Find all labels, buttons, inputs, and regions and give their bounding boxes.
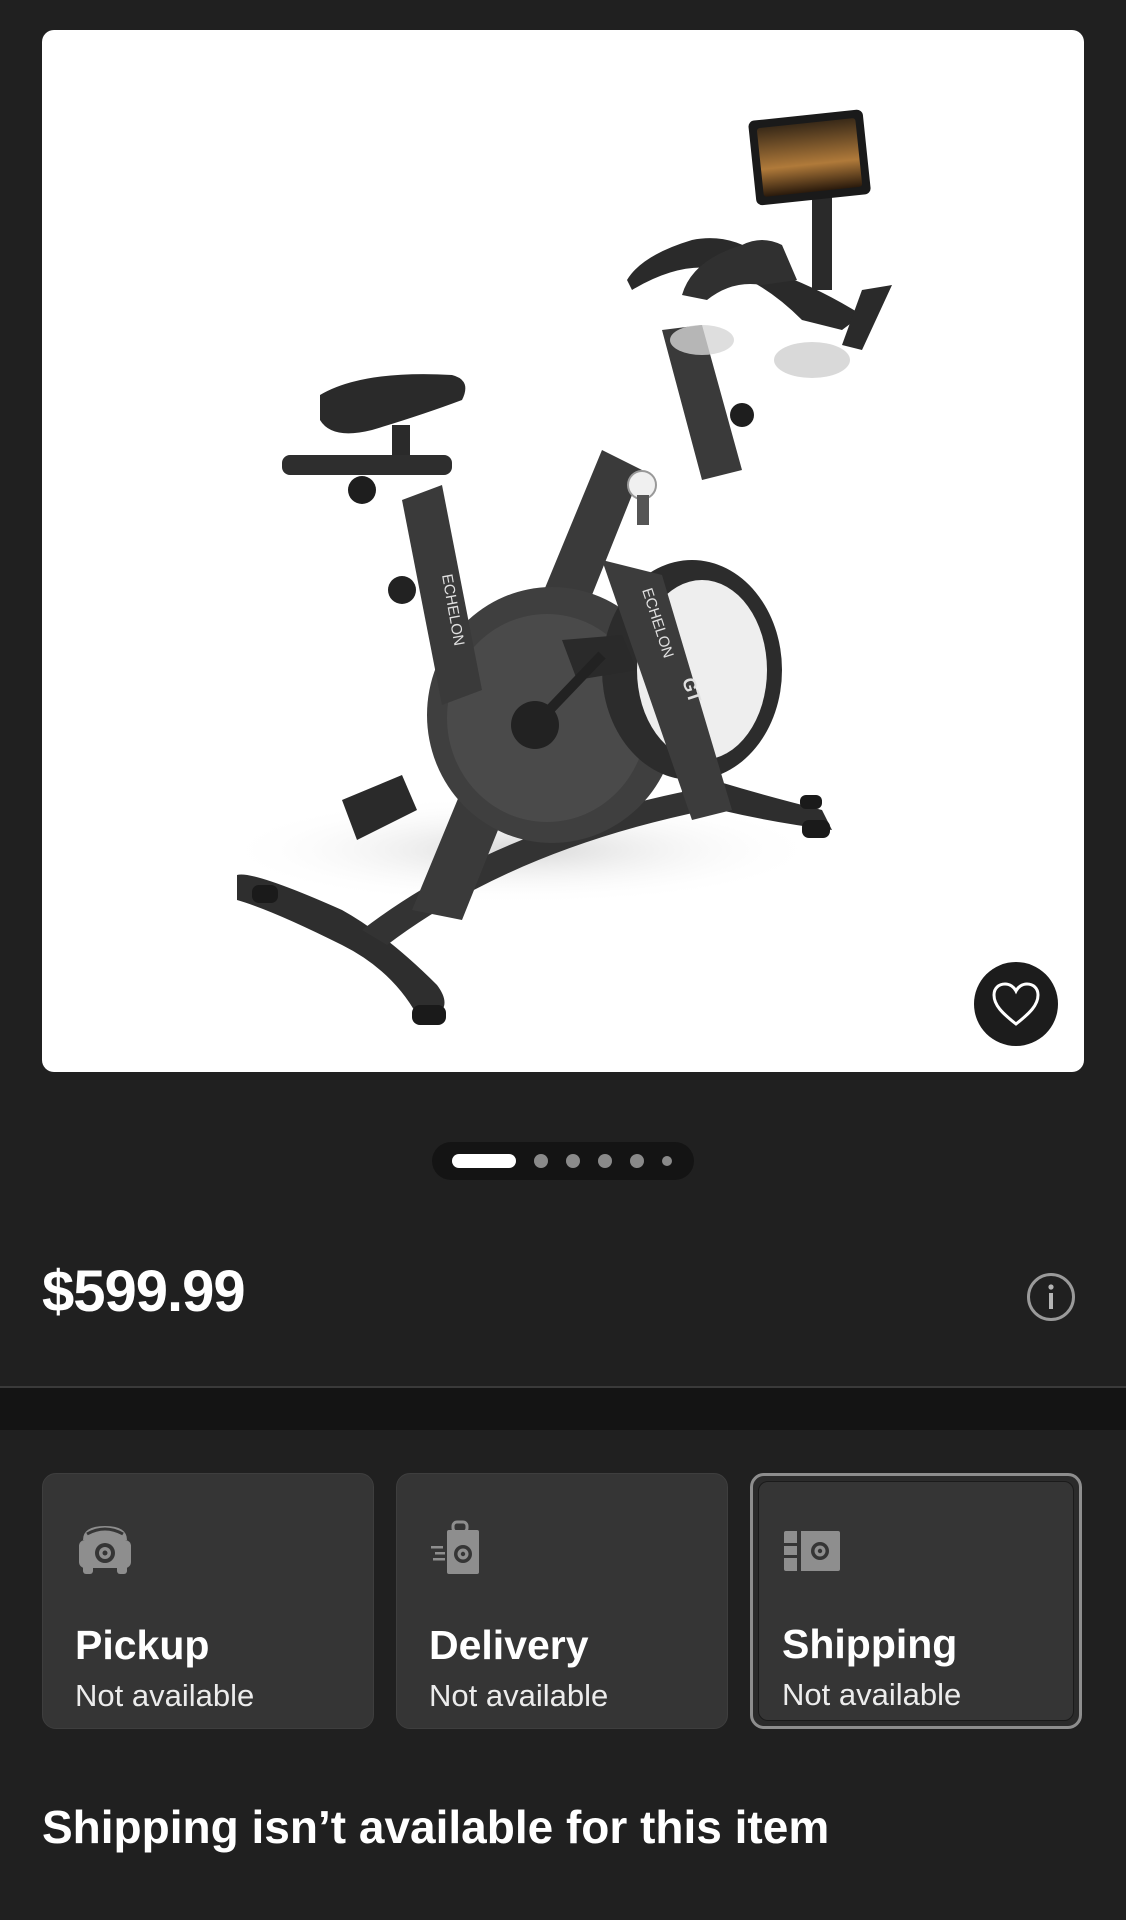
option-title: Shipping	[782, 1621, 958, 1667]
option-title: Delivery	[429, 1622, 589, 1668]
price-info-button[interactable]	[1027, 1273, 1075, 1321]
info-icon	[1048, 1284, 1054, 1309]
option-title: Pickup	[75, 1622, 210, 1668]
fulfillment-option-pickup[interactable]: Pickup Not available	[42, 1473, 374, 1729]
price: $599.99	[42, 1259, 246, 1324]
pager-dot[interactable]	[566, 1154, 580, 1168]
shipping-box-icon	[784, 1531, 840, 1571]
heart-icon	[992, 982, 1040, 1026]
product-image[interactable]: ECHELON GT ECHELON	[42, 30, 1084, 1072]
section-divider	[0, 1386, 1126, 1430]
exercise-bike-image: ECHELON GT ECHELON	[222, 109, 892, 1025]
shipping-unavailable-message: Shipping isn’t available for this item	[42, 1801, 830, 1853]
pager-dot[interactable]	[630, 1154, 644, 1168]
store-pickup-icon	[79, 1526, 131, 1574]
pager-dot[interactable]	[534, 1154, 548, 1168]
image-pager	[432, 1142, 694, 1180]
option-status: Not available	[782, 1677, 962, 1712]
option-status: Not available	[429, 1678, 609, 1713]
pager-dot[interactable]	[662, 1156, 672, 1166]
option-status: Not available	[75, 1678, 255, 1713]
fulfillment-option-shipping[interactable]: Shipping Not available	[750, 1473, 1082, 1729]
favorite-button[interactable]	[974, 962, 1058, 1046]
pager-dot-active[interactable]	[452, 1154, 516, 1168]
pager-dot[interactable]	[598, 1154, 612, 1168]
delivery-bag-icon	[431, 1520, 479, 1574]
fulfillment-option-delivery[interactable]: Delivery Not available	[396, 1473, 728, 1729]
